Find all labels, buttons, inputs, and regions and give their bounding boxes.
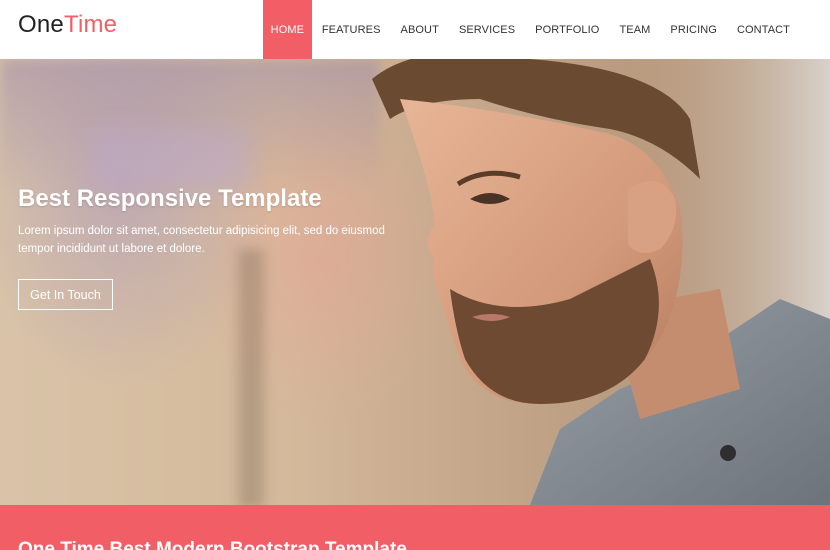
site-logo[interactable]: OneTime <box>18 9 117 41</box>
hero-person-image <box>372 59 830 505</box>
main-nav: HOME FEATURES ABOUT SERVICES PORTFOLIO T… <box>262 0 830 59</box>
site-header: OneTime HOME FEATURES ABOUT SERVICES POR… <box>0 0 830 59</box>
hero-text: Best Responsive Template Lorem ipsum dol… <box>18 184 408 258</box>
hero-title: Best Responsive Template <box>18 185 322 212</box>
nav-item-services[interactable]: SERVICES <box>449 0 525 59</box>
band-title: One Time Best Modern Bootstrap Template <box>18 539 407 550</box>
nav-item-contact[interactable]: CONTACT <box>727 0 830 59</box>
logo-text-one: One <box>18 11 64 38</box>
hero-description: Lorem ipsum dolor sit amet, consectetur … <box>18 225 385 255</box>
nav-item-pricing[interactable]: PRICING <box>660 0 727 59</box>
nav-item-team[interactable]: TEAM <box>609 0 660 59</box>
logo-text-time: Time <box>63 11 118 38</box>
intro-band: One Time Best Modern Bootstrap Template <box>0 505 830 550</box>
nav-item-about[interactable]: ABOUT <box>391 0 449 59</box>
hero-background-blur <box>90 129 250 189</box>
nav-item-features[interactable]: FEATURES <box>312 0 391 59</box>
hero-section: Best Responsive Template Lorem ipsum dol… <box>0 59 830 505</box>
get-in-touch-button[interactable]: Get In Touch <box>18 279 113 310</box>
nav-item-portfolio[interactable]: PORTFOLIO <box>525 0 609 59</box>
nav-item-home[interactable]: HOME <box>262 0 312 59</box>
hero-background-pole <box>238 249 264 505</box>
